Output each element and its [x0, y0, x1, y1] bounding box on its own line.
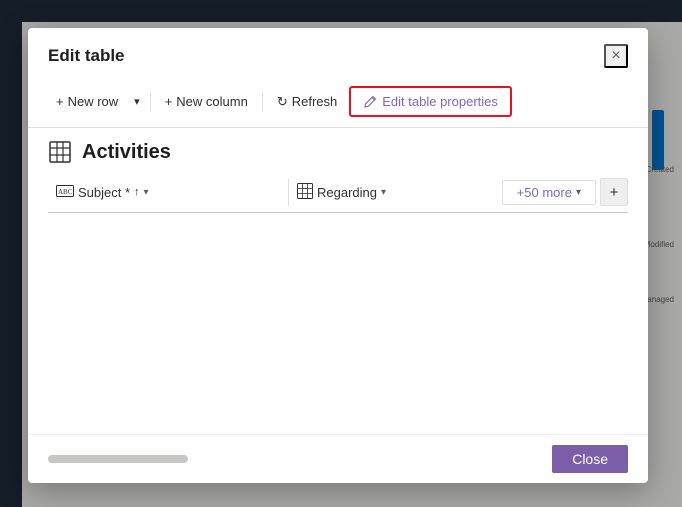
table-title-row: Activities	[48, 140, 628, 164]
regarding-col-label: Regarding	[317, 185, 377, 200]
edit-table-properties-button[interactable]: Edit table properties	[353, 90, 508, 113]
refresh-icon: ↻	[277, 94, 288, 110]
column-headers: ABC Subject * ↑ ▾ Reg	[48, 178, 628, 213]
more-chevron-icon: ▾	[576, 187, 581, 198]
new-column-button[interactable]: + New column	[157, 90, 256, 113]
modal-footer: Close	[28, 434, 648, 483]
close-icon: ×	[611, 47, 620, 65]
table-name: Activities	[82, 141, 171, 164]
chevron-down-icon: ▾	[134, 95, 140, 108]
more-columns-label: +50 more	[517, 185, 572, 200]
horizontal-scrollbar[interactable]	[48, 455, 188, 463]
close-button[interactable]: ×	[604, 44, 628, 68]
modal-toolbar: + New row ▾ + New column ↻ Refresh Edit …	[28, 80, 648, 127]
table-area: Activities ABC Subject * ↑ ▾	[28, 127, 648, 434]
sort-asc-icon: ↑	[134, 186, 140, 198]
new-row-button[interactable]: + New row	[48, 90, 126, 113]
regarding-col-icon	[297, 183, 313, 202]
new-column-label: New column	[176, 94, 248, 109]
new-row-dropdown-button[interactable]: ▾	[130, 91, 144, 112]
table-body	[48, 213, 628, 422]
edit-table-properties-label: Edit table properties	[382, 94, 498, 109]
pencil-icon	[363, 95, 377, 109]
column-header-subject[interactable]: ABC Subject * ↑ ▾	[48, 181, 288, 204]
more-columns-button[interactable]: +50 more ▾	[502, 180, 596, 205]
refresh-button[interactable]: ↻ Refresh	[269, 90, 345, 114]
toolbar-separator-1	[150, 92, 151, 112]
add-column-button[interactable]: +	[600, 178, 628, 206]
plus-icon: +	[56, 94, 64, 109]
regarding-chevron-icon: ▾	[381, 187, 386, 198]
new-row-label: New row	[68, 94, 119, 109]
plus-icon-2: +	[165, 94, 173, 109]
edit-table-properties-highlight: Edit table properties	[349, 86, 512, 117]
refresh-label: Refresh	[292, 94, 338, 109]
modal-header: Edit table ×	[28, 28, 648, 80]
close-footer-button[interactable]: Close	[552, 445, 628, 473]
column-header-regarding[interactable]: Regarding ▾	[288, 179, 468, 206]
add-column-icon: +	[610, 184, 619, 201]
table-icon	[48, 140, 72, 164]
subject-col-label: Subject *	[78, 185, 130, 200]
edit-table-modal: Edit table × + New row ▾ + New column ↻ …	[28, 28, 648, 483]
modal-title: Edit table	[48, 46, 125, 66]
subject-col-icon: ABC	[56, 185, 74, 200]
toolbar-separator-2	[262, 92, 263, 112]
svg-text:ABC: ABC	[58, 188, 73, 196]
subject-chevron-icon: ▾	[144, 187, 149, 198]
